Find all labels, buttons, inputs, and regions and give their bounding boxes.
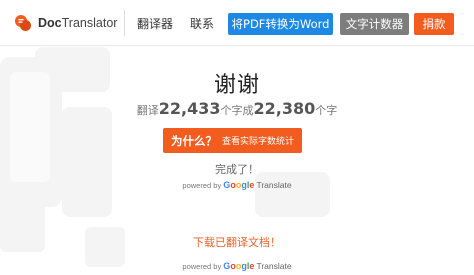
stats-middle: 个字成	[220, 104, 254, 117]
stats-chars-in: 22,433	[158, 99, 221, 118]
download-translated-link[interactable]: 下载已翻译文档！	[0, 234, 474, 250]
why-label: 为什么？	[170, 133, 217, 148]
google-logo: Google	[223, 180, 255, 190]
why-sub-label: 查看实际字数统计	[221, 137, 294, 147]
pdf-to-word-button[interactable]: 将PDF转换为Word	[228, 13, 333, 35]
powered-by-google-translate: powered by Google Translate	[0, 180, 474, 190]
stats-prefix: 翻译	[136, 104, 159, 117]
done-message: 完成了！	[215, 163, 259, 176]
translate-text: Translate	[256, 180, 292, 190]
logo-text: DocTranslator	[38, 16, 117, 30]
google-logo: Google	[223, 261, 255, 271]
word-counter-button[interactable]: 文字计数器	[340, 13, 409, 35]
logo[interactable]: DocTranslator	[14, 12, 117, 34]
donate-button[interactable]: 捐款	[414, 13, 454, 35]
stats-chars-out: 22,380	[253, 99, 316, 118]
stats-suffix: 个字	[315, 104, 338, 117]
logo-text-rest: Translator	[61, 16, 118, 30]
top-navbar: DocTranslator 翻译器 联系 将PDF转换为Word 文字计数器 捐…	[0, 0, 474, 46]
powered-by-google-translate-bottom: powered by Google Translate	[0, 261, 474, 271]
main-content: 谢谢 翻译22,433个字成22,380个字 为什么？ 查看实际字数统计 完成了…	[0, 47, 474, 275]
powered-by-text: powered by	[182, 262, 222, 271]
why-word-count-button[interactable]: 为什么？ 查看实际字数统计	[163, 128, 302, 153]
translate-text: Translate	[256, 261, 292, 271]
thanks-heading: 谢谢	[213, 73, 260, 98]
header-divider	[124, 10, 125, 36]
nav-translator[interactable]: 翻译器	[137, 15, 173, 32]
doctranslator-logo-icon	[15, 15, 31, 31]
logo-text-bold: Doc	[38, 16, 62, 30]
powered-by-text: powered by	[182, 181, 222, 190]
nav-contact[interactable]: 联系	[190, 15, 214, 32]
translation-stats: 翻译22,433个字成22,380个字	[0, 99, 474, 118]
